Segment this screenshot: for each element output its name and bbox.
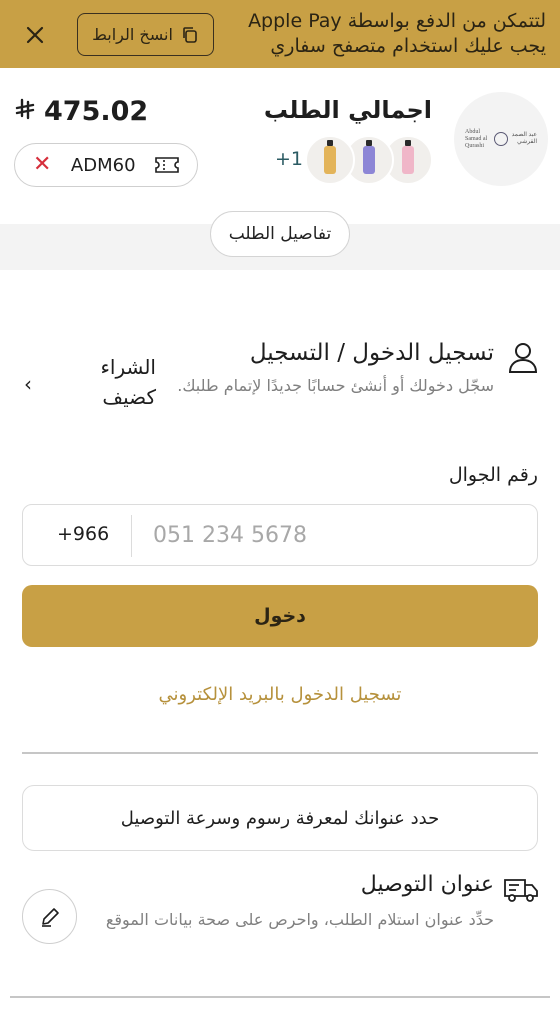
login-button[interactable]: دخول: [22, 585, 538, 647]
email-login-link[interactable]: تسجيل الدخول بالبريد الإلكتروني: [0, 684, 560, 705]
edit-address-button[interactable]: [22, 889, 77, 944]
bottle-icon: [402, 140, 414, 174]
close-icon[interactable]: [22, 22, 48, 48]
order-total-price: 475.02: [14, 96, 148, 127]
divider: [22, 752, 538, 754]
chevron-left-icon[interactable]: ‹: [24, 372, 32, 396]
divider: [131, 515, 132, 557]
banner-message: لتتمكن من الدفع بواسطة Apple Pay يجب علي…: [248, 10, 546, 57]
user-icon: [508, 343, 538, 373]
select-address-button[interactable]: حدد عنوانك لمعرفة رسوم وسرعة التوصيل: [22, 785, 538, 851]
phone-input[interactable]: [153, 513, 513, 557]
country-code[interactable]: +966: [57, 523, 109, 545]
logo-mark-icon: [494, 132, 508, 146]
store-logo: Abdul Samad al Qurashi عبد الصمد القرشي: [454, 92, 548, 186]
riyal-icon: [14, 98, 36, 126]
copy-link-button[interactable]: انسخ الرابط: [77, 13, 214, 56]
phone-label: رقم الجوال: [448, 464, 538, 486]
login-title: تسجيل الدخول / التسجيل: [249, 340, 494, 366]
order-total-title: اجمالي الطلب: [263, 96, 432, 124]
logo-text-en: Abdul Samad al Qurashi: [465, 128, 488, 149]
bottle-icon: [363, 140, 375, 174]
extra-items-count: +1: [275, 148, 304, 170]
total-amount: 475.02: [44, 96, 149, 127]
apple-pay-banner: لتتمكن من الدفع بواسطة Apple Pay يجب علي…: [0, 0, 560, 68]
logo-text-ar: عبد الصمد القرشي: [511, 132, 537, 145]
ticket-icon: [155, 157, 179, 173]
divider: [10, 996, 550, 998]
coupon-code: ADM60: [70, 154, 136, 176]
product-thumbnails: [305, 135, 433, 185]
delivery-address-subtitle: حدِّد عنوان استلام الطلب، واحرص على صحة …: [105, 910, 494, 929]
remove-coupon-icon[interactable]: ✕: [33, 154, 51, 176]
phone-field: +966: [22, 504, 538, 566]
truck-icon: [504, 879, 538, 902]
product-thumb-3: [305, 135, 355, 185]
pencil-icon: [41, 907, 59, 927]
copy-link-label: انسخ الرابط: [92, 25, 173, 44]
bottle-icon: [324, 140, 336, 174]
guest-checkout-link[interactable]: الشراء كضيف: [88, 352, 157, 412]
order-details-button[interactable]: تفاصيل الطلب: [210, 211, 350, 257]
delivery-address-title: عنوان التوصيل: [360, 872, 494, 897]
login-subtitle: سجّل دخولك أو أنشئ حسابًا جديدًا لإتمام …: [177, 376, 494, 395]
coupon-chip: ✕ ADM60: [14, 143, 198, 187]
copy-icon: [183, 26, 197, 43]
